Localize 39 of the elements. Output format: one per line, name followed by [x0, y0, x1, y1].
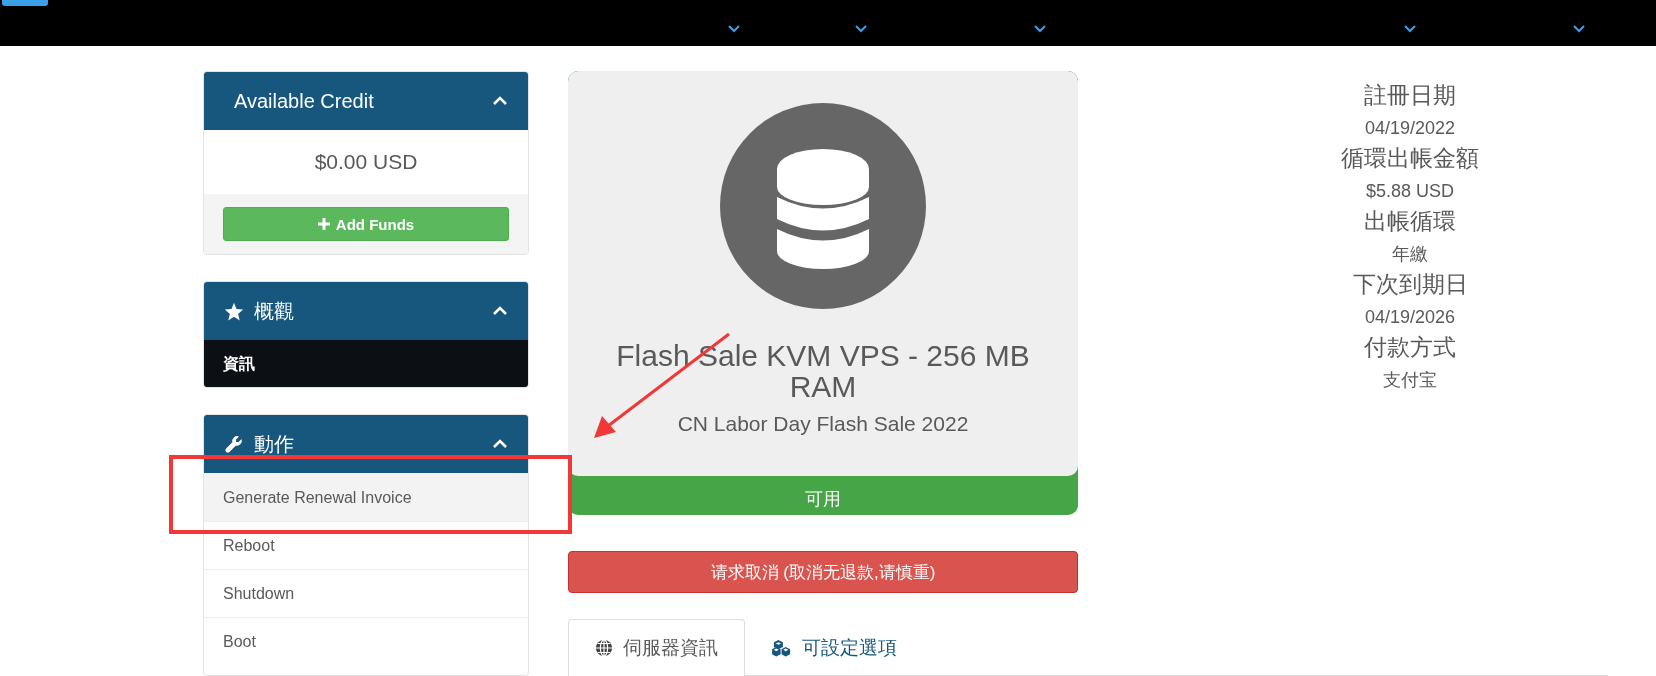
chevron-up-icon[interactable]: [492, 439, 508, 449]
sidebar-item[interactable]: Boot: [204, 617, 528, 665]
caret-down-icon[interactable]: [855, 25, 867, 33]
info-value: $5.88 USD: [1365, 180, 1455, 202]
status-label: 可用: [804, 488, 842, 511]
cancel-button[interactable]: 请求取消 (取消无退款,请慎重): [568, 551, 1078, 593]
tab[interactable]: 可設定選項: [745, 619, 924, 676]
info-value: 支付宝: [1383, 369, 1437, 391]
info-label: 下次到期日: [1352, 271, 1468, 297]
wrench-icon: [224, 434, 244, 454]
info-label: 出帳循環: [1364, 208, 1456, 234]
info-value: 年繳: [1392, 243, 1428, 265]
sidebar-item[interactable]: Reboot: [204, 521, 528, 569]
info-label: 付款方式: [1364, 334, 1456, 360]
caret-down-icon[interactable]: [1573, 25, 1585, 33]
cubes-icon: [772, 639, 792, 657]
product-group: CN Labor Day Flash Sale 2022: [677, 412, 969, 436]
sidebar-item[interactable]: Shutdown: [204, 569, 528, 617]
info-label: 循環出帳金額: [1341, 145, 1479, 171]
panel-title: 動作: [254, 431, 295, 457]
product-title: Flash Sale KVM VPS - 256 MB RAM: [615, 340, 1031, 402]
caret-down-icon[interactable]: [728, 25, 740, 33]
info-label: 註冊日期: [1364, 82, 1456, 108]
sidebar-item[interactable]: 資訊: [204, 340, 528, 387]
caret-down-icon[interactable]: [1034, 25, 1046, 33]
panel-title: 概觀: [254, 298, 295, 324]
caret-down-icon[interactable]: [1404, 25, 1416, 33]
info-value: 04/19/2026: [1364, 306, 1456, 328]
database-icon: [719, 102, 927, 310]
info-value: 04/19/2022: [1364, 117, 1456, 139]
plus-icon: [317, 218, 330, 230]
credit-amount: $0.00 USD: [313, 149, 419, 175]
globe-icon: [595, 639, 613, 657]
panel-title: Available Credit: [233, 89, 375, 113]
chevron-up-icon[interactable]: [492, 306, 508, 316]
chevron-up-icon[interactable]: [492, 96, 508, 106]
sidebar-item[interactable]: Generate Renewal Invoice: [204, 473, 528, 521]
star-icon: [224, 301, 244, 321]
tab[interactable]: 伺服器資訊: [568, 619, 745, 676]
